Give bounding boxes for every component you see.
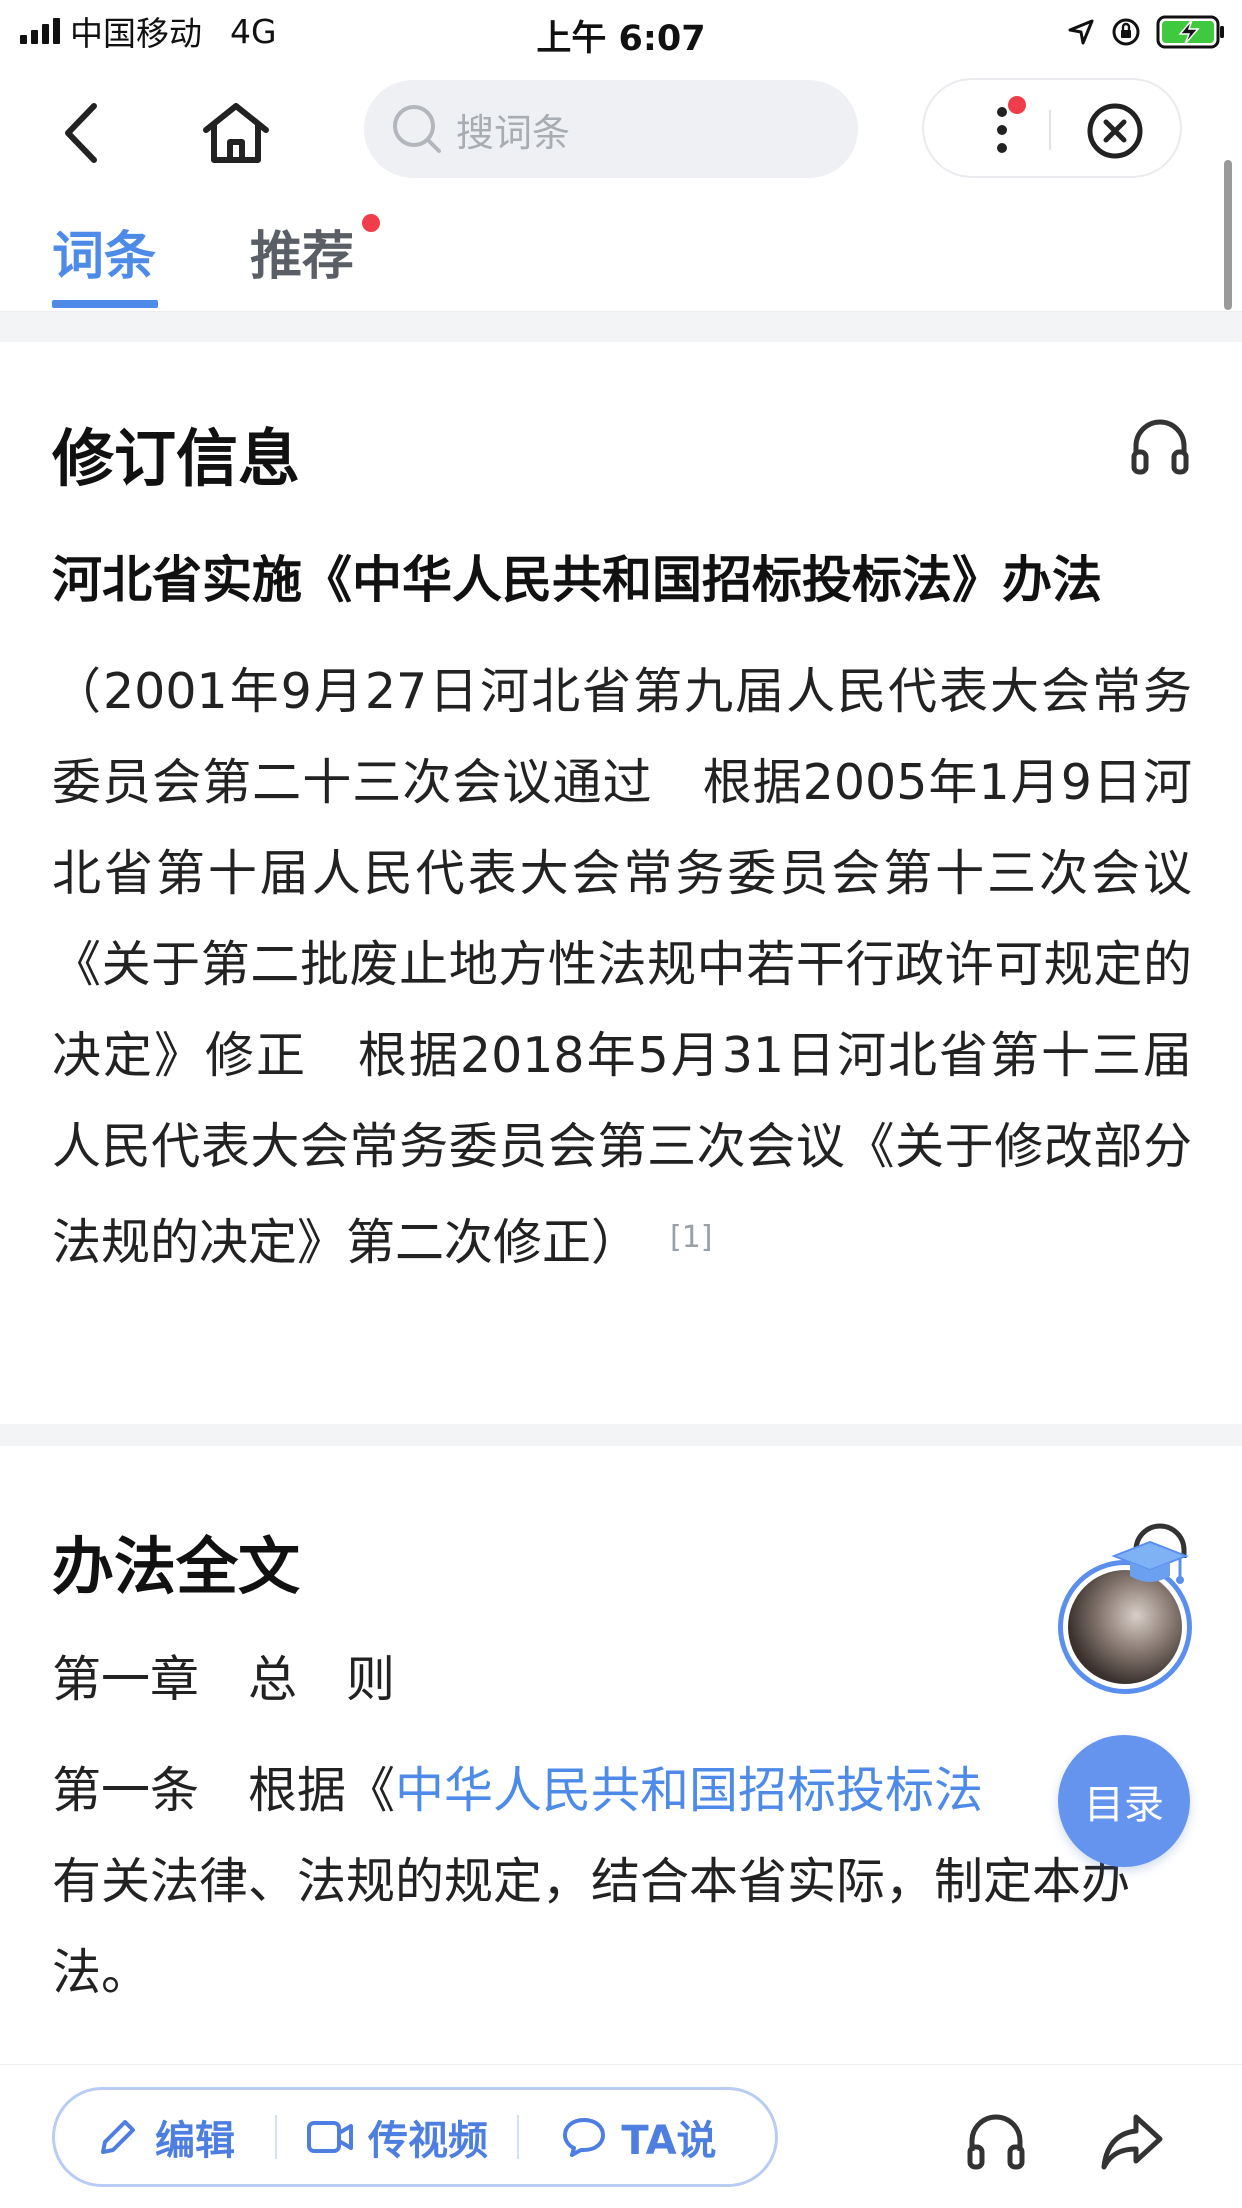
location-icon [1068,19,1094,45]
share-icon[interactable] [1100,2109,1164,2173]
law-link[interactable]: 中华人民共和国招标投标法 [395,1762,983,1819]
status-bar: 中国移动 4G 上午 6:07 [0,0,1242,62]
pencil-icon [101,2120,135,2154]
capsule-divider [1049,110,1051,150]
search-icon [393,105,441,153]
notification-dot [1008,96,1026,114]
section-divider [0,312,1242,342]
nav-bar: 搜词条 [0,70,1242,190]
video-camera-icon [307,2121,353,2153]
mini-program-capsule [922,78,1182,178]
tab-recommend[interactable]: 推荐 [250,214,354,289]
article-rest: 有关法律、法规的规定，结合本省实际，制定本办法。 [52,1853,1131,2001]
edit-button[interactable]: 编辑 [55,2090,275,2184]
headphone-icon[interactable] [1128,414,1192,478]
toc-button[interactable]: 目录 [1058,1735,1190,1867]
article-1: 第一条 根据《中华人民共和国招标投标法有关法律、法规的规定，结合本省实际，制定本… [52,1745,1192,2018]
revision-body: （2001年9月27日河北省第九届人民代表大会常务委员会第二十三次会议通过 根据… [52,663,1192,1271]
revision-text: （2001年9月27日河北省第九届人民代表大会常务委员会第二十三次会议通过 根据… [52,646,1192,1288]
orientation-lock-icon [1112,18,1140,46]
tab-bar: 词条 推荐 [0,200,1242,312]
ta-say-button[interactable]: TA说 [519,2090,759,2184]
section-divider [0,1424,1242,1446]
edit-label: 编辑 [155,2118,235,2164]
revision-title: 修订信息 [52,422,301,495]
home-icon[interactable] [196,98,276,168]
bottom-bar: 编辑 传视频 TA说 [0,2064,1242,2208]
chat-bubble-icon [563,2118,606,2157]
close-circle-icon[interactable] [1086,102,1144,160]
search-placeholder: 搜词条 [456,110,571,155]
article-prefix: 第一条 根据《 [52,1762,396,1819]
tab-active-indicator [52,300,158,308]
graduation-cap-icon [1111,1540,1189,1584]
fulltext-title: 办法全文 [52,1530,301,1603]
back-icon[interactable] [48,98,118,168]
action-pill: 编辑 传视频 TA说 [52,2087,778,2187]
status-right [1066,12,1226,52]
tab-badge-dot [362,214,380,232]
search-input[interactable]: 搜词条 [364,80,858,178]
chapter-heading: 第一章 总 则 [52,1651,396,1708]
video-label: 传视频 [368,2118,488,2164]
scrollbar[interactable] [1224,160,1232,310]
headphone-icon[interactable] [964,2109,1028,2173]
tab-entry[interactable]: 词条 [52,214,156,289]
battery-charging-icon [1156,15,1224,49]
status-time: 上午 6:07 [536,19,706,59]
upload-video-button[interactable]: 传视频 [277,2090,517,2184]
reference-link[interactable]: [1] [670,1220,713,1255]
law-title: 河北省实施《中华人民共和国招标投标法》办法 [52,551,1102,609]
ta-label: TA说 [621,2118,717,2164]
